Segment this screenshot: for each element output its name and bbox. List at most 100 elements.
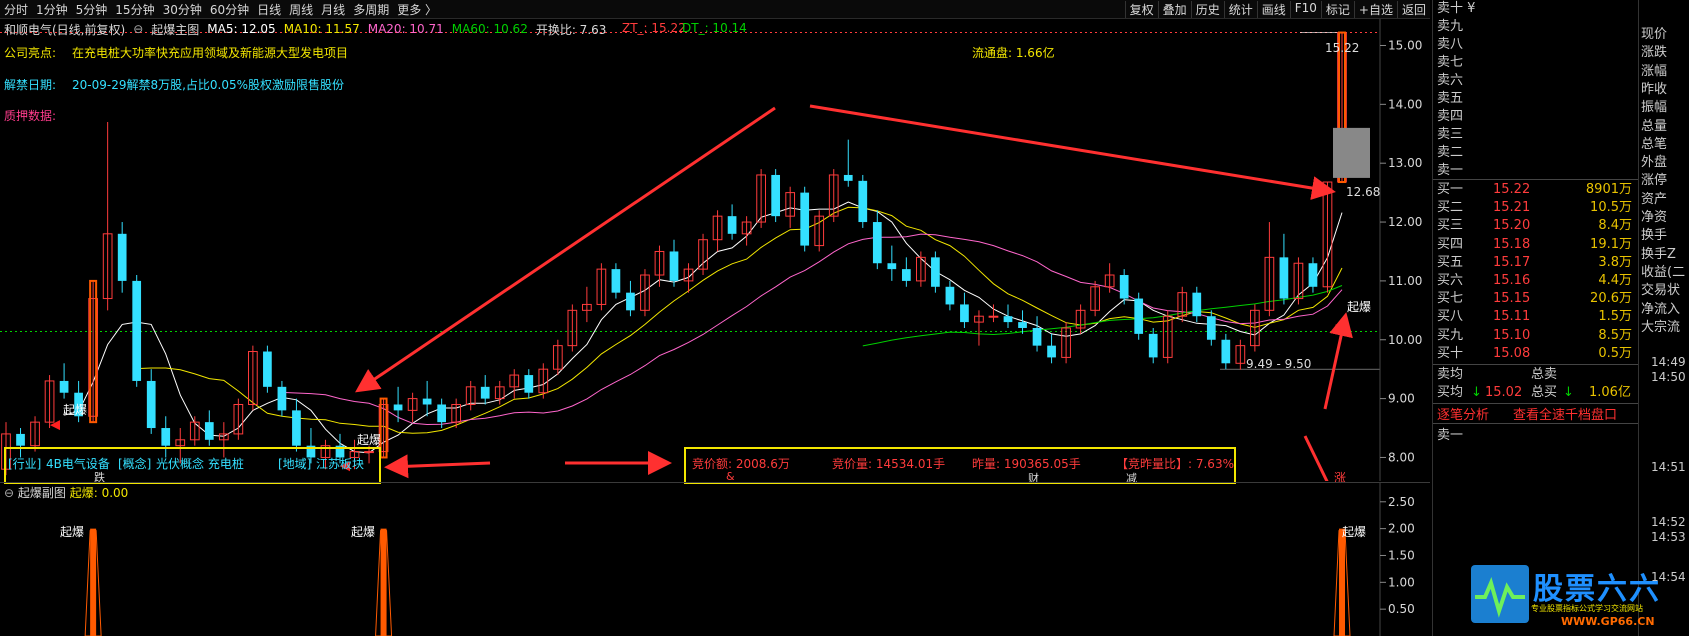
yesterday-volume: 昨量: 190365.05手 — [972, 457, 1081, 471]
candle-body — [117, 233, 127, 281]
price-tick-label: 8.00 — [1388, 450, 1415, 464]
buy-row: 买五 15.17 3.8万 — [1437, 254, 1632, 270]
quote-field-label: 现价 — [1641, 27, 1668, 42]
draw-button[interactable]: 画线 — [1256, 0, 1290, 18]
ma10-line — [136, 206, 1343, 434]
candle-body — [59, 380, 69, 393]
tick-time: 14:51 — [1651, 460, 1686, 474]
tick-time: 14:49 — [1651, 355, 1686, 369]
industry-label: [行业] — [8, 457, 42, 471]
price-tick-label: 11.00 — [1388, 274, 1422, 288]
quote-field-label: 涨跌 — [1641, 45, 1668, 61]
fuquan-button[interactable]: 复权 — [1124, 0, 1158, 18]
tab-monthly[interactable]: 月线 — [317, 1, 349, 18]
ma10-value: MA10: 11.57 — [283, 22, 360, 36]
signal-label-3: 起爆 — [1347, 300, 1372, 314]
full-depth-link[interactable]: 查看全速千档盘口 — [1513, 404, 1617, 423]
candle-body — [1003, 316, 1013, 323]
tab-weekly[interactable]: 周线 — [285, 1, 317, 18]
candle-body — [1018, 322, 1027, 328]
collapse-icon[interactable]: ⊖ — [133, 22, 143, 36]
turnover-ratio: 开换比: 7.63 — [535, 22, 607, 37]
tick-analysis-link[interactable]: 逐笔分析 — [1437, 404, 1489, 423]
candle-body — [872, 222, 882, 264]
quote-field-label: 换手 — [1641, 228, 1668, 244]
candle-body — [771, 174, 781, 217]
tab-fenshi[interactable]: 分时 — [0, 1, 32, 18]
candle-body — [1148, 333, 1158, 358]
sell-row: 卖一 — [1437, 163, 1464, 178]
annotation-arrow — [384, 454, 491, 479]
candle-body — [858, 180, 868, 223]
high-price-label: 15.22 — [1325, 41, 1360, 55]
book-divider — [1433, 179, 1638, 180]
auction-amount: 竞价额: 2008.6万 — [692, 457, 790, 471]
buy-row: 买四 15.18 19.1万 — [1437, 236, 1632, 252]
tab-daily[interactable]: 日线 — [253, 1, 285, 18]
stats-button[interactable]: 统计 — [1223, 0, 1257, 18]
highlight-text: 在充电桩大功率快充应用领域及新能源大型发电项目 — [72, 46, 349, 60]
concept-label: [概念] — [118, 457, 152, 471]
auction-volume: 竞价量: 14534.01手 — [832, 457, 946, 471]
candle-body — [1192, 292, 1202, 317]
tab-60min[interactable]: 60分钟 — [206, 1, 253, 18]
quote-field-label: 换手Z — [1641, 246, 1676, 262]
candle-body — [1308, 263, 1318, 287]
unlock-text: 20-09-29解禁8万股,占比0.05%股权激励限售股份 — [72, 78, 345, 92]
avg-buy-row: 买均 ↓ 15.02 总买 ↓ 1.06亿 — [1437, 385, 1631, 400]
highlight-label: 公司亮点: — [4, 46, 57, 60]
signal-label-2: 起爆 — [357, 433, 382, 447]
sub-signal-bar — [90, 528, 97, 636]
tab-more[interactable]: 更多 〉 — [393, 1, 441, 18]
avg-sell-row: 卖均 总卖 — [1437, 367, 1558, 382]
history-button[interactable]: 历史 — [1190, 0, 1224, 18]
quote-field-label: 资产 — [1641, 191, 1668, 207]
tab-15min[interactable]: 15分钟 — [111, 1, 158, 18]
indicator-name[interactable]: 起爆主图 — [151, 21, 199, 38]
sub-tick-label: 1.00 — [1388, 575, 1415, 589]
candle-body — [422, 398, 432, 405]
tab-multi-period[interactable]: 多周期 — [349, 1, 393, 18]
annotation-arrow — [809, 104, 1336, 200]
tab-1min[interactable]: 1分钟 — [32, 1, 72, 18]
add-watchlist-button[interactable]: +自选 — [1353, 0, 1397, 18]
back-button[interactable]: 返回 — [1396, 0, 1430, 18]
logo-url: WWW.GP66.CN — [1561, 615, 1655, 628]
buy-row: 买二 15.21 10.5万 — [1437, 200, 1632, 216]
ma5-value: MA5: 12.05 — [207, 22, 276, 36]
quote-field-label: 总量 — [1641, 118, 1668, 134]
grey-zone — [1333, 127, 1370, 178]
mark-button[interactable]: 标记 — [1320, 0, 1354, 18]
candle-body — [16, 433, 25, 446]
quote-field-label: 昨收 — [1641, 81, 1668, 97]
toolbar-right-group: 复权 叠加 历史 统计 画线 F10 标记 +自选 返回 — [1124, 0, 1430, 18]
quote-panel: 卖十 ¥ 卖九 卖八 卖七 卖六 卖五 卖四 卖三 卖二 卖一 买一 15.22 8901万 买二 15… — [1432, 0, 1689, 636]
buy-row: 买三 15.20 8.4万 — [1437, 218, 1632, 234]
f10-button[interactable]: F10 — [1289, 0, 1321, 18]
candle-body — [132, 280, 142, 381]
candle-body — [292, 410, 301, 446]
sub-signal-2: 起爆 — [351, 525, 376, 539]
sub-bars — [84, 528, 1351, 636]
quote-field-label: 外盘 — [1641, 155, 1668, 171]
quote-field-label: 净资 — [1641, 210, 1668, 225]
candle-body — [524, 375, 534, 393]
sub-axis: 2.50 2.00 1.50 1.00 0.50 — [1380, 495, 1415, 616]
candle-body — [146, 380, 156, 429]
candle-body — [1221, 339, 1231, 364]
tab-5min[interactable]: 5分钟 — [72, 1, 112, 18]
price-tick-label: 12.00 — [1388, 215, 1422, 229]
float-shares: 流通盘: 1.66亿 — [972, 46, 1055, 60]
candle-body — [437, 404, 447, 423]
tab-30min[interactable]: 30分钟 — [159, 1, 206, 18]
price-tick-label: 14.00 — [1388, 97, 1422, 111]
sell-row: 卖八 — [1437, 37, 1464, 52]
sell-row: 卖七 — [1437, 55, 1464, 70]
zt-value: ZT_: 15.22 — [622, 21, 686, 35]
low-price-label: 9.49 - 9.50 — [1246, 357, 1312, 371]
quote-field-label: 总笔 — [1641, 136, 1668, 152]
overlay-button[interactable]: 叠加 — [1157, 0, 1191, 18]
period-toolbar: 分时 1分钟 5分钟 15分钟 30分钟 60分钟 日线 周线 月线 多周期 更… — [0, 0, 1430, 19]
tick-time: 14:53 — [1651, 530, 1686, 544]
sub-chart[interactable]: 2.50 2.00 1.50 1.00 0.50 — [0, 483, 1430, 636]
